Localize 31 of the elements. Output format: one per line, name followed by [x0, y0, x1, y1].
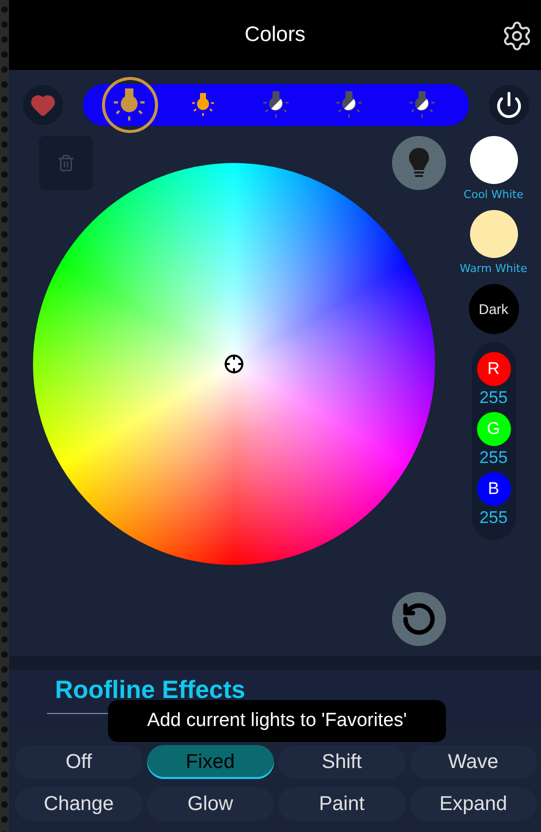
- dark-button[interactable]: Dark: [468, 284, 518, 334]
- reset-icon: [401, 601, 437, 637]
- preset-swatch[interactable]: [470, 210, 518, 258]
- channel-value: 255: [479, 508, 508, 528]
- trash-icon: [57, 154, 75, 172]
- light-bulb-icon: [190, 92, 216, 118]
- heart-icon: [30, 92, 56, 118]
- channel-value: 255: [479, 448, 508, 468]
- crosshair-icon[interactable]: [224, 354, 244, 374]
- effect-button[interactable]: Off: [15, 745, 142, 779]
- effect-button[interactable]: Shift: [278, 745, 406, 779]
- tooltip: Add current lights to 'Favorites': [108, 700, 446, 742]
- light-button[interactable]: [102, 77, 158, 133]
- channel-button[interactable]: R: [476, 352, 510, 386]
- reset-button[interactable]: [392, 592, 446, 646]
- effect-button[interactable]: Glow: [146, 787, 274, 821]
- channel-value: 255: [479, 388, 508, 408]
- preset-label: Warm White: [460, 262, 528, 275]
- favorite-button[interactable]: [23, 85, 63, 125]
- channel-button[interactable]: B: [476, 472, 510, 506]
- effect-button[interactable]: Change: [15, 787, 142, 821]
- effect-button[interactable]: Expand: [410, 787, 537, 821]
- preset-label: Cool White: [464, 188, 524, 201]
- bulb-button[interactable]: [392, 136, 446, 190]
- effect-button[interactable]: Paint: [278, 787, 406, 821]
- power-button[interactable]: [489, 85, 529, 125]
- light-bulb-icon: [408, 147, 430, 179]
- preset-swatch[interactable]: [470, 136, 518, 184]
- window-title: Colors: [244, 23, 306, 47]
- settings-button[interactable]: [501, 20, 533, 52]
- effect-button[interactable]: Wave: [410, 745, 537, 779]
